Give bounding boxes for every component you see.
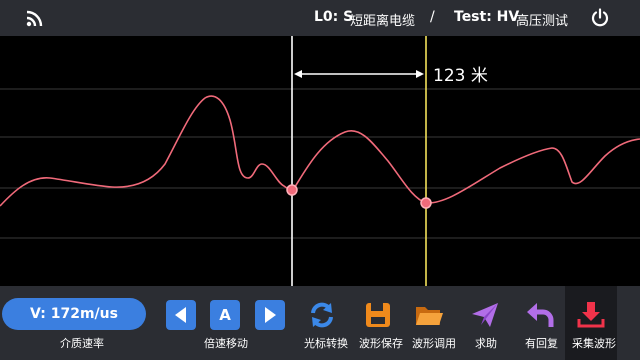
save-icon[interactable] [363, 300, 393, 330]
speed-button[interactable]: V: 172m/us [2, 298, 146, 330]
cursor-a-button[interactable]: A [210, 300, 240, 330]
undo-icon[interactable] [525, 300, 555, 330]
test-label: Test: HV [454, 9, 520, 25]
header-separator: / [430, 9, 435, 25]
cursor-left-marker [286, 184, 298, 196]
waveform-trace [0, 95, 640, 207]
refresh-icon[interactable] [307, 300, 337, 330]
send-icon[interactable] [470, 300, 500, 330]
speed-label: 介质速率 [60, 337, 104, 350]
help-label: 求助 [475, 337, 497, 350]
waveform-plot[interactable]: 123 米 [0, 36, 640, 286]
collect-label: 采集波形 [572, 337, 616, 350]
move-right-button[interactable] [255, 300, 285, 330]
arrow-right-icon [265, 307, 276, 323]
lo-label: L0: S [314, 9, 354, 25]
power-icon[interactable] [590, 8, 610, 28]
folder-icon[interactable] [414, 300, 444, 330]
cursor-switch-label: 光标转换 [304, 337, 348, 350]
load-label: 波形调用 [412, 337, 456, 350]
lo-mode-value: 短距离电缆 [350, 14, 416, 29]
replay-label: 有回复 [525, 337, 558, 350]
arrow-left-icon [175, 307, 186, 323]
move-left-button[interactable] [166, 300, 196, 330]
distance-label: 123 米 [433, 66, 488, 86]
top-bar: L0: S 短距离电缆 / Test: HV 高压测试 [0, 0, 640, 36]
cursor-right-marker [420, 197, 432, 209]
download-icon[interactable] [576, 300, 606, 330]
distance-arrow [294, 70, 424, 78]
test-mode-value: 高压测试 [516, 14, 569, 29]
wifi-icon [26, 10, 43, 27]
save-label: 波形保存 [359, 337, 403, 350]
move-label: 倍速移动 [204, 337, 248, 350]
